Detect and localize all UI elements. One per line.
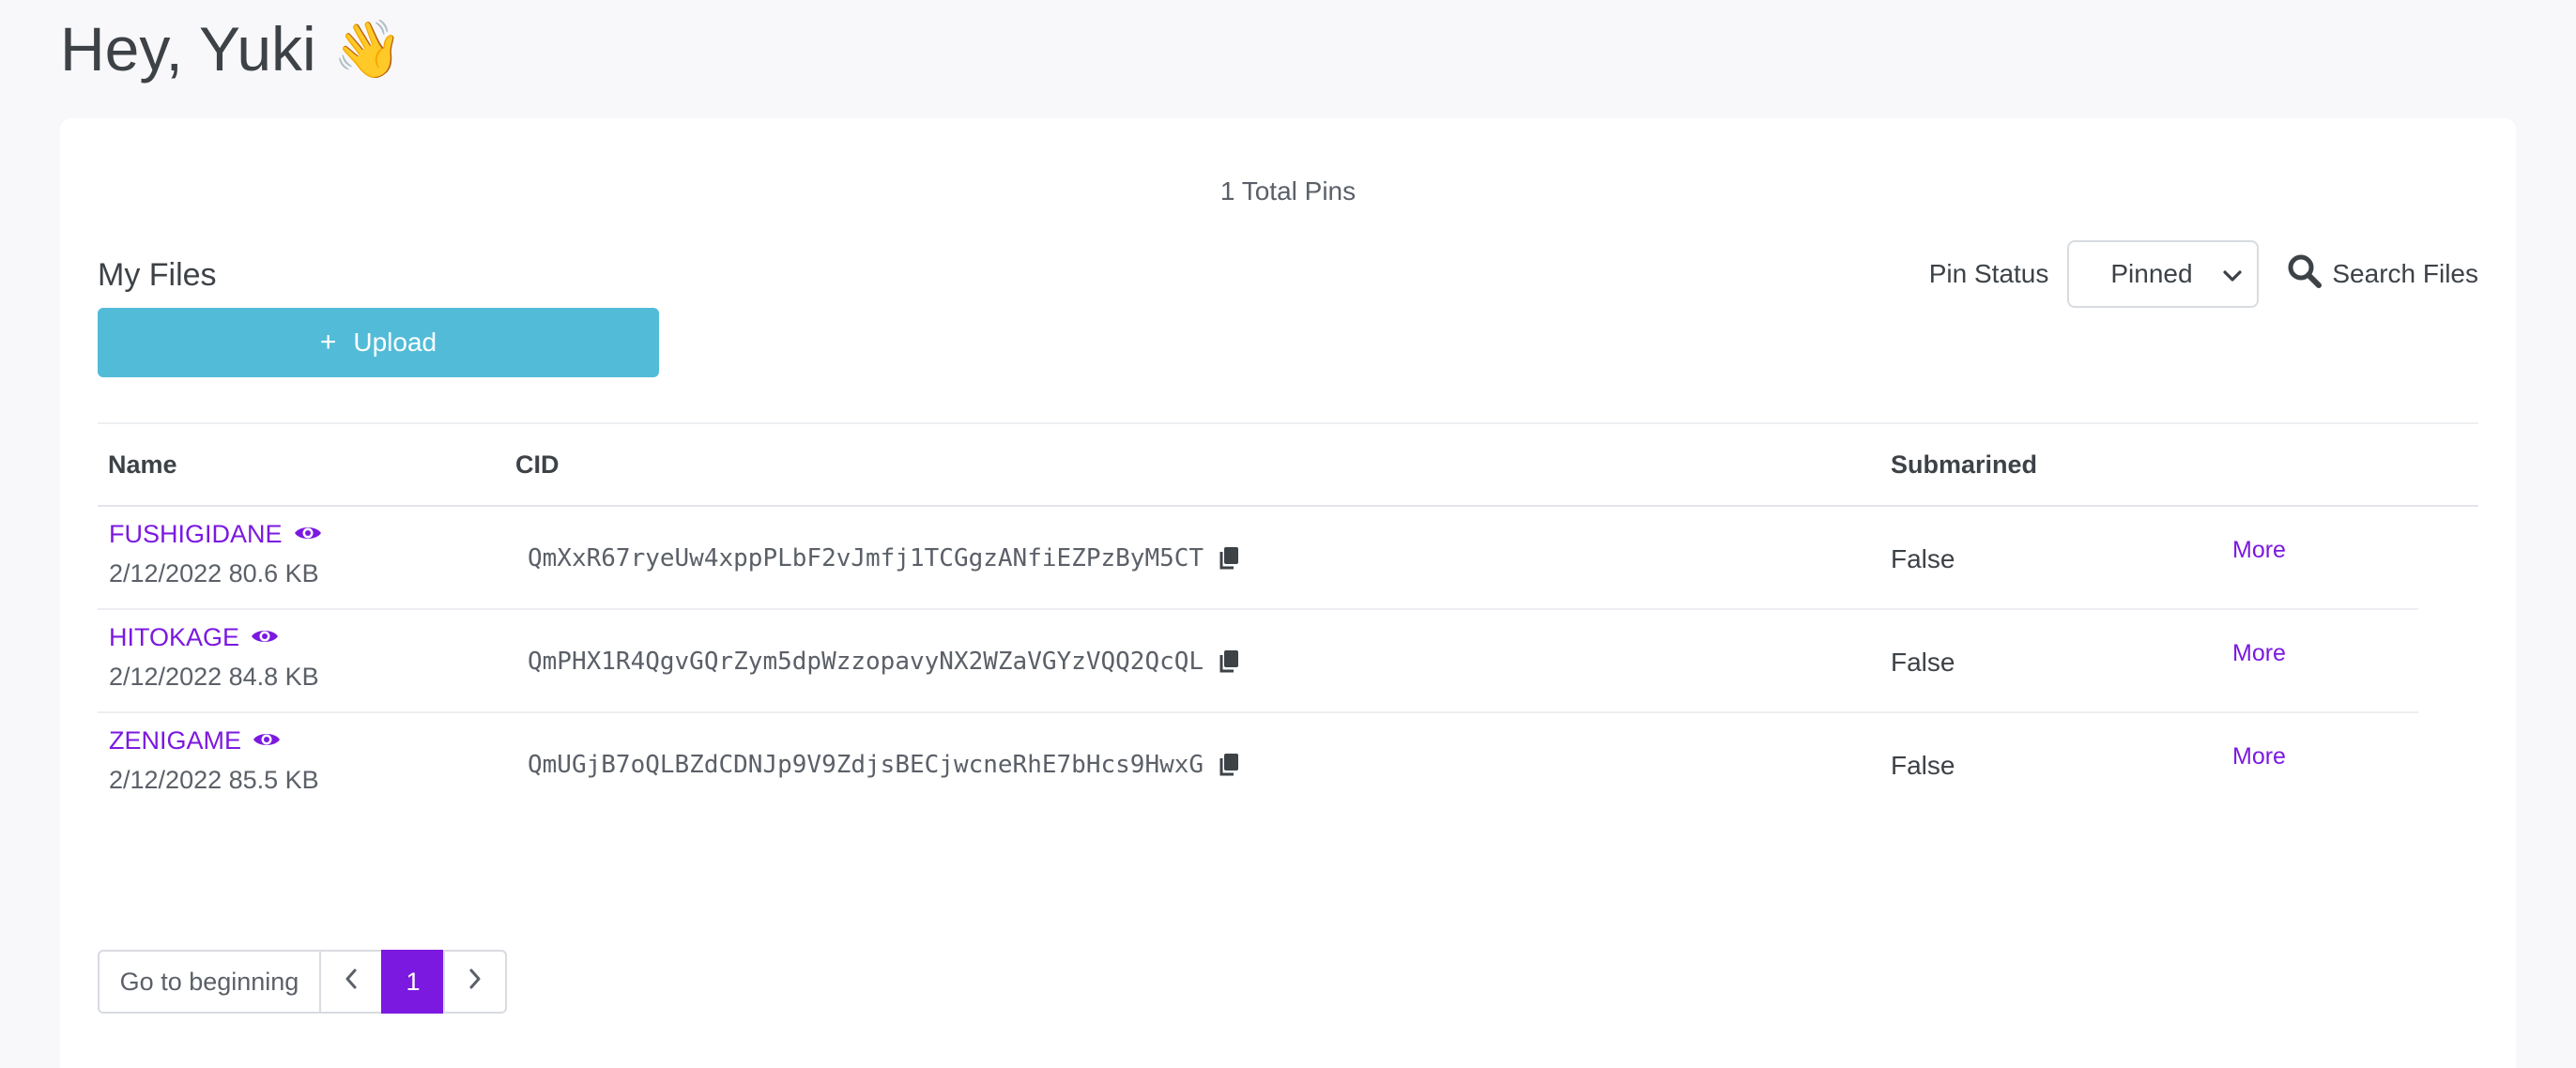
cid-cell: QmUGjB7oQLBZdCDNJp9V9ZdjsBECjwcneRhE7bHc… xyxy=(528,751,1239,779)
more-link[interactable]: More xyxy=(2232,743,2286,770)
chevron-right-icon xyxy=(468,968,483,997)
cid-value: QmPHX1R4QgvGQrZym5dpWzzopavyNX2WZaVGYzVQ… xyxy=(528,648,1204,676)
file-name: ZENIGAME xyxy=(109,726,242,755)
file-meta: 2/12/2022 80.6 KB xyxy=(109,559,319,587)
file-name-link[interactable]: HITOKAGE xyxy=(109,623,279,652)
file-meta: 2/12/2022 84.8 KB xyxy=(109,663,319,691)
copy-icon[interactable] xyxy=(1219,546,1239,571)
next-page-button[interactable] xyxy=(443,950,507,1014)
chevron-left-icon xyxy=(344,968,359,997)
file-name-link[interactable]: ZENIGAME xyxy=(109,726,281,755)
more-link[interactable]: More xyxy=(2232,537,2286,564)
cid-cell: QmPHX1R4QgvGQrZym5dpWzzopavyNX2WZaVGYzVQ… xyxy=(528,648,1239,676)
pin-status-label: Pin Status xyxy=(1928,259,2049,288)
copy-icon[interactable] xyxy=(1219,649,1239,674)
cid-value: QmUGjB7oQLBZdCDNJp9V9ZdjsBECjwcneRhE7bHc… xyxy=(528,751,1204,779)
more-link[interactable]: More xyxy=(2232,640,2286,667)
file-name: FUSHIGIDANE xyxy=(109,520,283,548)
section-title: My Files xyxy=(98,257,217,293)
search-icon xyxy=(2287,253,2323,296)
total-pins-count: 1 Total Pins xyxy=(1219,176,1357,206)
upload-button-label: Upload xyxy=(353,328,437,357)
submarined-value: False xyxy=(1891,544,1955,573)
eye-icon[interactable] xyxy=(253,726,281,755)
search-files-button[interactable]: Search Files xyxy=(2287,253,2478,296)
submarined-value: False xyxy=(1891,751,1955,780)
table-row: HITOKAGE 2/12/2022 84.8 KB QmPHX1R4QgvGQ… xyxy=(98,610,2418,713)
table-row: FUSHIGIDANE 2/12/2022 80.6 KB QmXxR67rye… xyxy=(98,507,2418,610)
copy-icon[interactable] xyxy=(1219,753,1239,777)
file-name: HITOKAGE xyxy=(109,623,240,651)
eye-icon[interactable] xyxy=(294,520,322,549)
page-button-current[interactable]: 1 xyxy=(381,950,445,1014)
submarined-value: False xyxy=(1891,648,1955,677)
greeting-heading: Hey, Yuki 👋 xyxy=(60,13,403,84)
file-name-link[interactable]: FUSHIGIDANE xyxy=(109,520,322,549)
plus-icon: + xyxy=(319,327,337,358)
previous-page-button[interactable] xyxy=(319,950,383,1014)
column-header-name: Name xyxy=(108,450,177,479)
go-to-beginning-button[interactable]: Go to beginning xyxy=(98,950,321,1014)
filter-bar: Pin Status Pinned Search Files xyxy=(1929,240,2478,308)
column-header-cid: CID xyxy=(515,450,560,479)
wave-emoji: 👋 xyxy=(332,17,404,81)
pin-status-value: Pinned xyxy=(2110,259,2193,288)
pin-status-select[interactable]: Pinned xyxy=(2067,240,2260,308)
pagination: Go to beginning 1 xyxy=(98,950,507,1014)
files-card: 1 Total Pins My Files + Upload Pin Statu… xyxy=(60,118,2516,1068)
chevron-down-icon xyxy=(2223,259,2242,289)
file-meta: 2/12/2022 85.5 KB xyxy=(109,766,319,794)
cid-value: QmXxR67ryeUw4xppPLbF2vJmfj1TCGgzANfiEZPz… xyxy=(528,544,1204,572)
search-files-label: Search Files xyxy=(2332,259,2478,288)
table-divider xyxy=(98,422,2478,424)
table-row: ZENIGAME 2/12/2022 85.5 KB QmUGjB7oQLBZd… xyxy=(98,713,2418,816)
upload-button[interactable]: + Upload xyxy=(98,308,659,377)
greeting-text: Hey, Yuki xyxy=(60,14,316,84)
column-header-submarined: Submarined xyxy=(1891,450,2038,479)
eye-icon[interactable] xyxy=(251,623,279,652)
cid-cell: QmXxR67ryeUw4xppPLbF2vJmfj1TCGgzANfiEZPz… xyxy=(528,544,1239,572)
